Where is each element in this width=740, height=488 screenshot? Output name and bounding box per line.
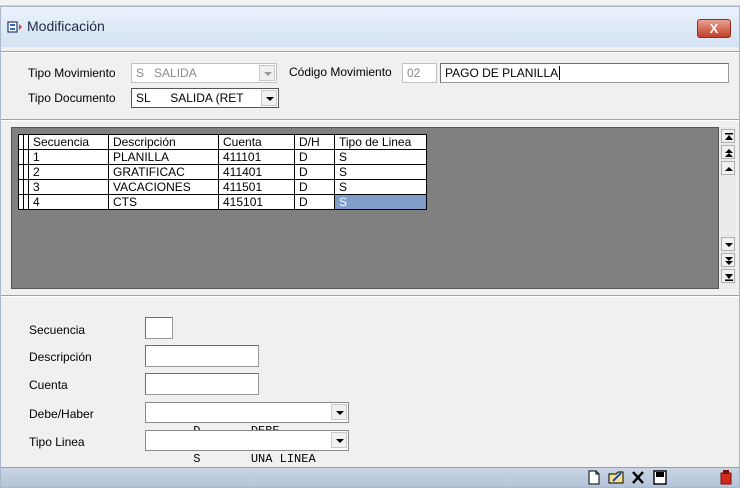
- secuencia-label: Secuencia: [29, 323, 86, 337]
- cell-tipo-linea[interactable]: S: [334, 164, 427, 180]
- edit-icon[interactable]: [607, 469, 625, 486]
- cuenta-input[interactable]: [145, 373, 259, 395]
- chevron-down-icon: [725, 243, 733, 247]
- tipo-documento-value: SL SALIDA (RET: [136, 91, 244, 105]
- scroll-last-button[interactable]: [721, 269, 735, 283]
- vertical-scrollbar[interactable]: [720, 127, 736, 289]
- descripcion-label: Descripción: [29, 350, 92, 364]
- chevron-down-icon[interactable]: [261, 90, 277, 106]
- header-panel: Tipo Movimiento S SALIDA Código Movimien…: [13, 53, 733, 117]
- header-row: Secuencia Descripción Cuenta D/H Tipo de…: [18, 134, 427, 150]
- scroll-first-button[interactable]: [721, 129, 735, 143]
- scroll-top-icon: [725, 133, 733, 140]
- codigo-movimiento-field: 02: [402, 63, 437, 83]
- cell-cuenta[interactable]: 411401: [218, 164, 295, 180]
- cell-secuencia[interactable]: 1: [28, 149, 109, 165]
- exit-icon[interactable]: [717, 469, 735, 486]
- cuenta-label: Cuenta: [29, 378, 68, 392]
- table-row[interactable]: 3 VACACIONES 411501 D S: [18, 179, 427, 195]
- cell-secuencia[interactable]: 4: [28, 194, 109, 210]
- cell-cuenta[interactable]: 411101: [218, 149, 295, 165]
- column-header-descripcion[interactable]: Descripción: [108, 134, 219, 150]
- column-header-secuencia[interactable]: Secuencia: [28, 134, 109, 150]
- cell-dh[interactable]: D: [294, 149, 335, 165]
- table-row[interactable]: 4 CTS 415101 D S: [18, 194, 427, 210]
- edit-form: Secuencia Descripción Cuenta Debe/Haber …: [1, 303, 739, 466]
- codigo-movimiento-value: 02: [407, 66, 421, 80]
- debe-haber-select[interactable]: D DEBE: [145, 402, 349, 438]
- window-title: Modificación: [27, 18, 105, 34]
- cell-secuencia[interactable]: 2: [28, 164, 109, 180]
- cell-descripcion[interactable]: CTS: [108, 194, 219, 210]
- detail-grid: Secuencia Descripción Cuenta D/H Tipo de…: [11, 127, 719, 289]
- cell-descripcion[interactable]: GRATIFICAC: [108, 164, 219, 180]
- cell-secuencia[interactable]: 3: [28, 179, 109, 195]
- cell-dh[interactable]: D: [294, 179, 335, 195]
- secuencia-input[interactable]: [145, 317, 173, 339]
- debe-haber-label: Debe/Haber: [29, 407, 94, 421]
- descripcion-movimiento-value: PAGO DE PLANILLA: [445, 66, 559, 80]
- save-icon[interactable]: [651, 469, 669, 486]
- tipo-linea-value: S UNA LINEA: [193, 452, 316, 466]
- double-up-icon: [725, 149, 733, 157]
- column-header-tipo-linea[interactable]: Tipo de Linea: [334, 134, 427, 150]
- descripcion-movimiento-input[interactable]: PAGO DE PLANILLA: [440, 63, 729, 83]
- separator: [1, 295, 739, 297]
- text-cursor: [559, 66, 561, 80]
- scroll-bottom-icon: [725, 274, 733, 281]
- double-down-icon: [725, 257, 733, 265]
- table-row[interactable]: 1 PLANILLA 411101 D S: [18, 149, 427, 165]
- tipo-movimiento-value: S SALIDA: [136, 66, 197, 80]
- chevron-down-icon[interactable]: [259, 65, 275, 81]
- chevron-down-icon[interactable]: [331, 432, 347, 448]
- toolbar: [1, 467, 739, 487]
- scroll-up-button[interactable]: [721, 161, 735, 175]
- tipo-movimiento-label: Tipo Movimiento: [28, 66, 116, 80]
- table-row[interactable]: 2 GRATIFICAC 411401 D S: [18, 164, 427, 180]
- cell-tipo-linea[interactable]: S: [334, 194, 427, 210]
- tipo-movimiento-select[interactable]: S SALIDA: [131, 63, 277, 83]
- modificacion-window: Modificación X Tipo Movimiento S SALIDA …: [0, 6, 740, 488]
- tipo-linea-label: Tipo Linea: [29, 435, 85, 449]
- cell-dh[interactable]: D: [294, 194, 335, 210]
- column-header-dh[interactable]: D/H: [294, 134, 335, 150]
- cell-descripcion[interactable]: PLANILLA: [108, 149, 219, 165]
- tipo-documento-label: Tipo Documento: [28, 91, 116, 105]
- descripcion-input[interactable]: [145, 345, 259, 367]
- cell-tipo-linea[interactable]: S: [334, 149, 427, 165]
- column-header-cuenta[interactable]: Cuenta: [218, 134, 295, 150]
- separator: [1, 119, 739, 121]
- scroll-page-down-button[interactable]: [721, 253, 735, 267]
- cell-descripcion[interactable]: VACACIONES: [108, 179, 219, 195]
- new-icon[interactable]: [585, 469, 603, 486]
- close-button[interactable]: X: [697, 19, 731, 38]
- chevron-up-icon: [725, 167, 733, 171]
- delete-icon[interactable]: [629, 469, 647, 486]
- detail-table: Secuencia Descripción Cuenta D/H Tipo de…: [18, 134, 427, 210]
- cell-dh[interactable]: D: [294, 164, 335, 180]
- scroll-down-button[interactable]: [721, 237, 735, 251]
- cell-tipo-linea[interactable]: S: [334, 179, 427, 195]
- tipo-documento-select[interactable]: SL SALIDA (RET: [131, 88, 279, 108]
- scroll-page-up-button[interactable]: [721, 145, 735, 159]
- close-icon: X: [709, 21, 719, 36]
- form-icon: [7, 20, 23, 34]
- cell-cuenta[interactable]: 411501: [218, 179, 295, 195]
- codigo-movimiento-label: Código Movimiento: [289, 65, 392, 79]
- tipo-linea-select[interactable]: S UNA LINEA: [145, 430, 349, 466]
- cell-cuenta[interactable]: 415101: [218, 194, 295, 210]
- chevron-down-icon[interactable]: [331, 404, 347, 420]
- title-bar[interactable]: Modificación X: [1, 7, 739, 47]
